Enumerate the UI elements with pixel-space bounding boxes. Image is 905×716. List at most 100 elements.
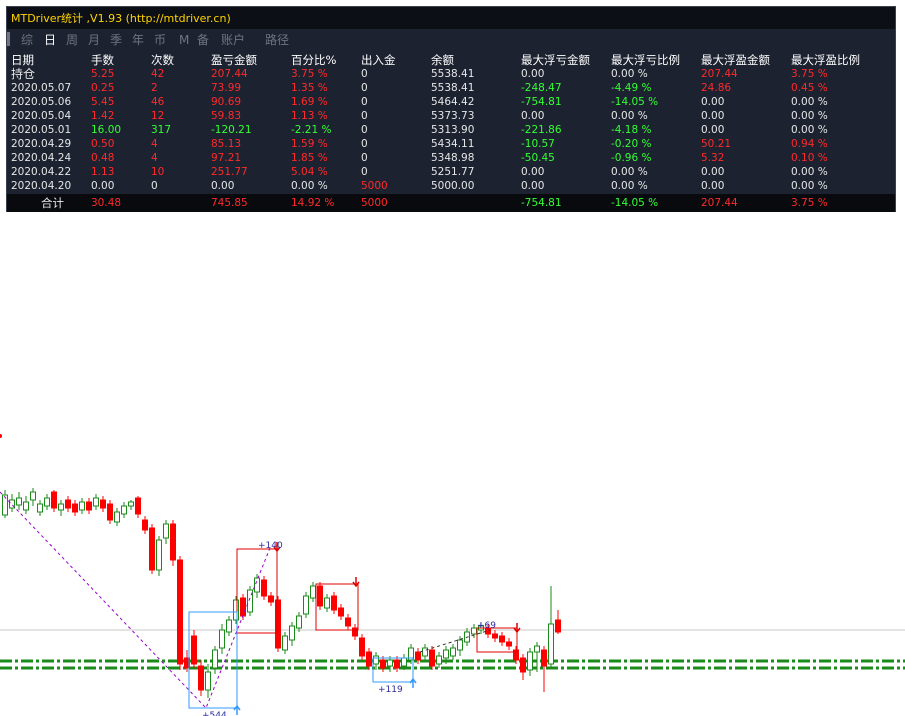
candle-body [30,491,36,501]
cell-max-drawdown-pct: -4.18 % [611,124,652,136]
candle-body [93,497,99,507]
candle-body [366,651,372,667]
cell-max-drawdown: -50.45 [521,152,555,164]
candle-body [352,627,358,637]
cell-lots: 16.00 [91,124,122,136]
candle-body [51,491,57,509]
tab-9[interactable]: 账户 [221,31,245,49]
tab-3[interactable]: 月 [88,31,100,49]
col-header-max-gain[interactable]: 最大浮盈金额 [701,52,770,68]
cell-percent: 1.13 % [291,110,328,122]
cell-max-gain: 24.86 [701,82,732,94]
candle-body [359,637,365,657]
candle-body [527,651,533,671]
cell-pnl: 0.00 [211,180,235,192]
candle-body [275,599,281,649]
cell-max-gain-pct: 0.10 % [791,152,828,164]
col-header-max-gain-pct[interactable]: 最大浮盈比例 [791,52,860,68]
edge-marker [0,434,2,438]
candle-body [23,501,29,511]
cell-lots: 0.48 [91,152,115,164]
candle-body [394,659,400,669]
cell-pnl: 251.77 [211,166,248,178]
cell-count: 4 [151,138,158,150]
col-header-lots[interactable]: 手数 [91,52,114,68]
cell-deposit: 0 [361,152,368,164]
tab-1[interactable]: 日 [44,31,56,49]
candle-body [72,503,78,513]
cell-percent: 1.35 % [291,82,328,94]
cell-deposit: 0 [361,110,368,122]
col-header-percent[interactable]: 百分比% [291,52,336,68]
cell-max-gain: 0.00 [701,96,725,108]
col-header-max-drawdown-pct[interactable]: 最大浮亏比例 [611,52,680,68]
cell-lots: 0.50 [91,138,115,150]
candle-body [380,659,386,669]
candle-body [548,623,554,665]
candle-body [268,595,274,603]
cell-balance: 5464.42 [431,96,475,108]
candle-body [219,629,225,649]
candle-body [65,499,71,509]
cell-balance: 5538.41 [431,82,475,94]
cell-lots: 0.00 [91,180,115,192]
cell-date: 2020.05.06 [11,96,72,108]
candle-body [541,649,547,667]
cell-max-gain-pct: 0.00 % [791,180,828,192]
buy-arrow-icon [233,704,241,715]
cell-max-drawdown: -754.81 [521,96,562,108]
cell-balance: 5538.41 [431,68,475,80]
tab-4[interactable]: 季 [110,31,122,49]
tab-7[interactable]: M [179,31,189,49]
cell-max-gain-pct: 0.45 % [791,82,828,94]
col-header-pnl[interactable]: 盈亏金额 [211,52,257,68]
candle-body [289,625,295,641]
candle-body [86,501,92,511]
candle-body [261,579,267,597]
candle-body [296,615,302,629]
cell-percent: 5.04 % [291,166,328,178]
cell-date: 2020.05.01 [11,124,72,136]
cell-balance: 5348.98 [431,152,475,164]
cell-pnl: 97.21 [211,152,242,164]
tab-5[interactable]: 年 [132,31,144,49]
candle-body [345,617,351,627]
cell-max-drawdown: -221.86 [521,124,562,136]
tab-2[interactable]: 周 [66,31,78,49]
cell-max-drawdown-pct: 0.00 % [611,180,648,192]
cell-max-gain-pct: 0.94 % [791,138,828,150]
cell-count: 42 [151,68,165,80]
col-header-balance[interactable]: 余额 [431,52,454,68]
total-max-drawdown: -754.81 [521,197,562,209]
cell-date: 2020.05.04 [11,110,72,122]
total-deposit: 5000 [361,197,388,209]
price-chart[interactable]: +140 +69 +119 +544 [0,420,905,716]
candle-body [317,585,323,607]
col-header-date[interactable]: 日期 [11,52,34,68]
col-header-count[interactable]: 次数 [151,52,174,68]
cell-deposit: 0 [361,96,368,108]
trend-line [0,491,271,709]
profit-label: +119 [378,685,403,695]
cell-date: 持仓 [11,67,36,81]
tab-10[interactable]: 路径 [265,31,289,49]
tab-8[interactable]: 备 [197,31,209,49]
cell-balance: 5373.73 [431,110,475,122]
cell-max-gain-pct: 0.00 % [791,110,828,122]
tab-6[interactable]: 币 [154,31,166,49]
cell-date: 2020.04.24 [11,152,72,164]
total-lots: 30.48 [91,197,122,209]
tab-0[interactable]: 综 [21,31,33,49]
window-top-decoration [540,0,620,14]
candle-body [387,659,393,667]
col-header-deposit[interactable]: 出入金 [361,52,396,68]
col-header-max-drawdown[interactable]: 最大浮亏金额 [521,52,590,68]
candle-body [331,595,337,611]
cell-max-drawdown-pct: 0.00 % [611,110,648,122]
cell-max-gain: 50.21 [701,138,732,150]
cell-pnl: 85.13 [211,138,242,150]
cell-count: 10 [151,166,165,178]
candle-body [226,619,232,633]
total-date: 合计 [41,196,64,210]
candle-body [142,519,148,531]
